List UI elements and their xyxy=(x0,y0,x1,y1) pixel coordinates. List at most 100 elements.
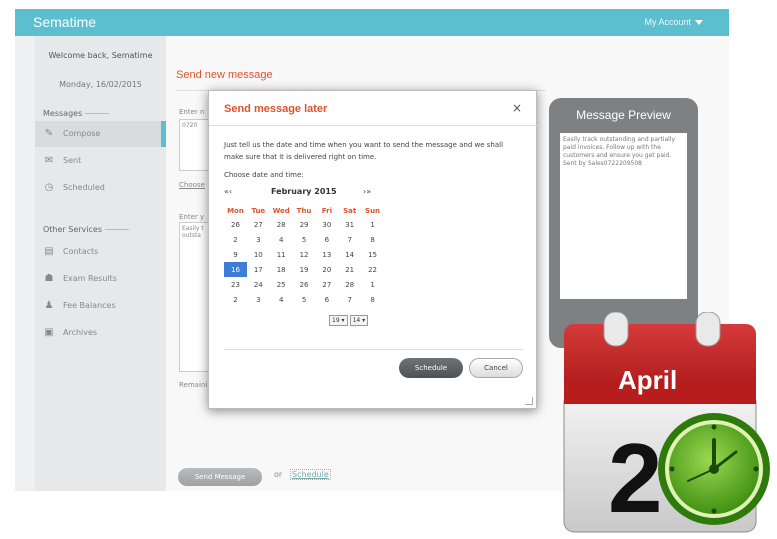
hour-select[interactable]: 19 ▾ xyxy=(329,315,348,326)
welcome-text: Welcome back, Sematime xyxy=(48,51,153,60)
calendar-day[interactable]: 19 xyxy=(293,262,316,277)
calendar-day[interactable]: 5 xyxy=(293,292,316,307)
send-later-dialog: Send message later × Just tell us the da… xyxy=(208,90,538,409)
weekday-header: Sun xyxy=(365,206,381,215)
calendar-day[interactable]: 27 xyxy=(315,277,338,292)
top-bar: Sematime My Account xyxy=(15,9,729,36)
sidebar-item-scheduled[interactable]: ◷ Scheduled xyxy=(35,175,166,201)
dialog-title: Send message later xyxy=(224,103,328,115)
recipients-value: 0720 xyxy=(182,122,198,129)
fee-balances-icon: ♟ xyxy=(44,300,54,311)
date-picker-nav: «‹ February 2015 ›» xyxy=(224,186,384,200)
exam-results-icon: ☗ xyxy=(44,273,54,284)
minute-select[interactable]: 14 ▾ xyxy=(349,315,369,326)
calendar-day[interactable]: 18 xyxy=(270,262,293,277)
calendar-day[interactable]: 3 xyxy=(247,232,270,247)
calendar-week: 2 3 4 5 6 7 8 xyxy=(224,292,384,307)
sidebar-item-sent[interactable]: ✉ Sent xyxy=(35,148,166,174)
next-month-icon[interactable]: ›» xyxy=(363,187,371,196)
calendar-day[interactable]: 21 xyxy=(338,262,361,277)
calendar-day[interactable]: 7 xyxy=(338,232,361,247)
calendar-day[interactable]: 29 xyxy=(293,217,316,232)
page-title: Send new message xyxy=(176,69,273,81)
calendar-day[interactable]: 31 xyxy=(338,217,361,232)
choose-contacts-link[interactable]: Choose xyxy=(179,181,205,189)
calendar-day[interactable]: 26 xyxy=(293,277,316,292)
weekday-header: Thu xyxy=(296,206,312,215)
calendar-day[interactable]: 23 xyxy=(224,277,247,292)
time-picker: 19 ▾ 14 ▾ xyxy=(329,315,370,326)
divider xyxy=(105,229,129,230)
sidebar-item-label: Fee Balances xyxy=(63,301,116,310)
my-account-menu[interactable]: My Account xyxy=(644,17,703,27)
message-preview-screen: Easily track outstanding and partially p… xyxy=(560,133,687,299)
sidebar-item-archives[interactable]: ▣ Archives xyxy=(35,320,166,346)
calendar-day[interactable]: 8 xyxy=(361,292,384,307)
calendar-day[interactable]: 28 xyxy=(338,277,361,292)
hour-value: 19 xyxy=(332,317,340,324)
message-preview-title: Message Preview xyxy=(576,108,671,122)
calendar-day[interactable]: 8 xyxy=(361,232,384,247)
my-account-label: My Account xyxy=(644,17,691,27)
calendar-day[interactable]: 1 xyxy=(361,217,384,232)
calendar-day[interactable]: 11 xyxy=(270,247,293,262)
calendar-day[interactable]: 30 xyxy=(315,217,338,232)
calendar-day[interactable]: 6 xyxy=(315,292,338,307)
month-title: February 2015 xyxy=(271,187,337,196)
cancel-button[interactable]: Cancel xyxy=(469,358,523,378)
calendar-day[interactable]: 20 xyxy=(315,262,338,277)
calendar-day[interactable]: 24 xyxy=(247,277,270,292)
contacts-icon: ▤ xyxy=(44,246,54,257)
send-message-button[interactable]: Send Message xyxy=(178,468,262,486)
calendar-day[interactable]: 5 xyxy=(293,232,316,247)
current-date: Monday, 16/02/2015 xyxy=(59,80,142,89)
calendar-day[interactable]: 4 xyxy=(270,232,293,247)
sidebar-item-compose[interactable]: ✎ Compose xyxy=(35,121,166,147)
calendar-day[interactable]: 28 xyxy=(270,217,293,232)
compose-icon: ✎ xyxy=(44,128,54,139)
calendar-day[interactable]: 6 xyxy=(315,232,338,247)
calendar-day[interactable]: 2 xyxy=(224,232,247,247)
previous-month-icon[interactable]: «‹ xyxy=(224,187,232,196)
calendar-day[interactable]: 7 xyxy=(338,292,361,307)
calendar-day[interactable]: 27 xyxy=(247,217,270,232)
chevron-down-icon xyxy=(695,20,703,26)
calendar-week: 2 3 4 5 6 7 8 xyxy=(224,232,384,247)
calendar-day[interactable]: 17 xyxy=(247,262,270,277)
schedule-link[interactable]: Schedule xyxy=(290,469,331,480)
close-icon[interactable]: × xyxy=(512,101,522,115)
calendar-day[interactable]: 2 xyxy=(224,292,247,307)
resize-handle-icon[interactable] xyxy=(525,397,533,405)
calendar-day[interactable]: 14 xyxy=(338,247,361,262)
weekday-header-row: Mon Tue Wed Thu Fri Sat Sun xyxy=(224,204,384,217)
sidebar-item-label: Contacts xyxy=(63,247,99,256)
calendar-day[interactable]: 25 xyxy=(270,277,293,292)
calendar-day[interactable]: 1 xyxy=(361,277,384,292)
sidebar-item-exam-results[interactable]: ☗ Exam Results xyxy=(35,266,166,292)
calendar-day[interactable]: 9 xyxy=(224,247,247,262)
calendar-day[interactable]: 3 xyxy=(247,292,270,307)
choose-date-label: Choose date and time: xyxy=(224,171,304,179)
sidebar-item-contacts[interactable]: ▤ Contacts xyxy=(35,239,166,265)
sidebar-item-fee-balances[interactable]: ♟ Fee Balances xyxy=(35,293,166,319)
calendar-day-text: 2 xyxy=(608,423,663,533)
calendar-day[interactable]: 12 xyxy=(293,247,316,262)
calendar-day[interactable]: 26 xyxy=(224,217,247,232)
schedule-button[interactable]: Schedule xyxy=(399,358,463,378)
calendar-day[interactable]: 15 xyxy=(361,247,384,262)
calendar-day[interactable]: 22 xyxy=(361,262,384,277)
calendar-month-text: April xyxy=(618,365,677,395)
message-preview-phone: Message Preview Easily track outstanding… xyxy=(549,98,698,348)
calendar-day-selected[interactable]: 16 xyxy=(224,262,247,277)
message-label: Enter y xyxy=(179,213,205,221)
calendar-day[interactable]: 10 xyxy=(247,247,270,262)
calendar-day[interactable]: 4 xyxy=(270,292,293,307)
sidebar-item-label: Scheduled xyxy=(63,183,105,192)
brand-logo[interactable]: Sematime xyxy=(33,14,96,30)
scheduled-icon: ◷ xyxy=(44,182,54,193)
calendar-day[interactable]: 13 xyxy=(315,247,338,262)
calendar-grid: Mon Tue Wed Thu Fri Sat Sun 26 27 28 29 … xyxy=(224,204,384,307)
other-services-heading: Other Services xyxy=(43,225,129,234)
sent-icon: ✉ xyxy=(44,155,54,166)
date-picker: «‹ February 2015 ›» Mon Tue Wed Thu Fri … xyxy=(224,186,384,307)
